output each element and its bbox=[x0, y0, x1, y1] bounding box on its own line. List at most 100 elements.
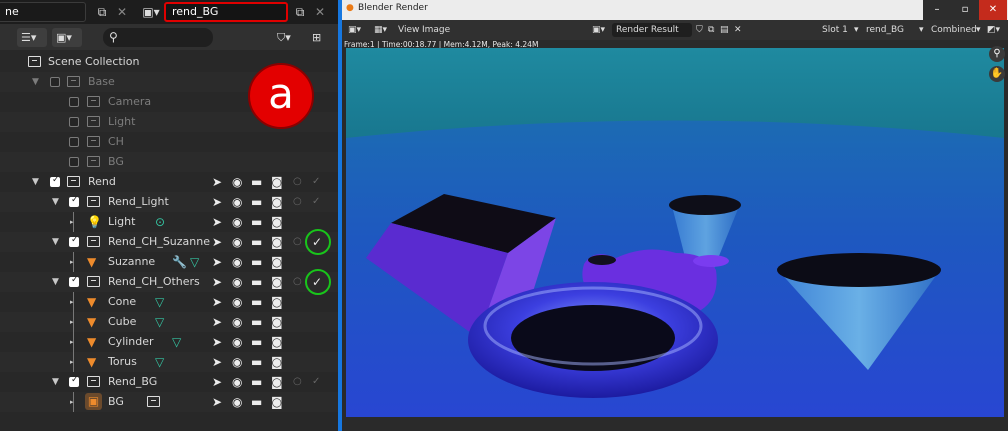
camera-icon[interactable]: ◙ bbox=[271, 235, 283, 249]
image-browse-icon[interactable]: ▣▾ bbox=[592, 23, 605, 37]
camera-icon[interactable]: ◙ bbox=[271, 195, 283, 209]
open-image-icon[interactable]: ▤ bbox=[720, 23, 729, 37]
camera-icon[interactable]: ◙ bbox=[271, 335, 283, 349]
mesh-data-icon[interactable]: ▽ bbox=[155, 314, 164, 330]
holdout-icon[interactable]: ○ bbox=[293, 275, 302, 289]
pass-dropdown[interactable]: Combined bbox=[931, 23, 977, 37]
selectable-arrow-icon[interactable]: ➤ bbox=[212, 375, 222, 389]
eye-icon[interactable]: ◉ bbox=[232, 395, 242, 409]
render-result-image[interactable] bbox=[346, 48, 1004, 417]
image-name-field[interactable]: Render Result bbox=[612, 23, 692, 37]
tree-row[interactable]: BG bbox=[0, 152, 338, 172]
indirect-only-icon[interactable]: ✓ bbox=[312, 195, 320, 209]
camera-icon[interactable]: ◙ bbox=[271, 395, 283, 409]
close-icon[interactable]: ✕ bbox=[979, 0, 1007, 20]
exclude-checkbox[interactable] bbox=[69, 375, 79, 387]
tree-row[interactable]: ▼ Rend_CH_Suzanne ➤ ◉ ▬ ◙ ○ ✓ bbox=[0, 229, 338, 255]
eye-icon[interactable]: ◉ bbox=[232, 215, 242, 229]
expand-triangle-icon[interactable]: ▼ bbox=[32, 75, 39, 89]
tree-row[interactable]: ▼ Rend_BG ➤ ◉ ▬ ◙ ○ ✓ bbox=[0, 372, 338, 392]
selectable-arrow-icon[interactable]: ➤ bbox=[212, 255, 222, 269]
menu-image[interactable]: Image bbox=[422, 23, 450, 37]
expand-triangle-icon[interactable]: ▸ bbox=[70, 255, 74, 269]
holdout-icon[interactable]: ○ bbox=[293, 175, 302, 189]
selectable-arrow-icon[interactable]: ➤ bbox=[212, 315, 222, 329]
add-view-layer-icon[interactable]: ⧉ bbox=[290, 2, 310, 22]
eye-icon[interactable]: ◉ bbox=[232, 355, 242, 369]
display-channels-icon[interactable]: ◩▾ bbox=[987, 23, 1000, 37]
selectable-arrow-icon[interactable]: ➤ bbox=[212, 275, 222, 289]
camera-icon[interactable]: ◙ bbox=[271, 175, 283, 189]
exclude-checkbox[interactable] bbox=[69, 235, 79, 247]
tree-row[interactable]: ▼ Rend_Light ➤ ◉ ▬ ◙ ○ ✓ bbox=[0, 192, 338, 212]
remove-view-layer-icon[interactable]: ✕ bbox=[310, 2, 330, 22]
selectable-arrow-icon[interactable]: ➤ bbox=[212, 235, 222, 249]
monitor-icon[interactable]: ▬ bbox=[251, 375, 262, 389]
view-mode-icon[interactable]: ▦▾ bbox=[374, 23, 387, 37]
mesh-data-icon[interactable]: ▽ bbox=[155, 354, 164, 370]
copy-scene-icon[interactable]: ⧉ bbox=[92, 2, 112, 22]
eye-icon[interactable]: ◉ bbox=[232, 235, 242, 249]
pan-hand-icon[interactable]: ✋ bbox=[989, 66, 1005, 82]
selectable-arrow-icon[interactable]: ➤ bbox=[212, 195, 222, 209]
eye-icon[interactable]: ◉ bbox=[232, 335, 242, 349]
holdout-icon[interactable]: ○ bbox=[293, 195, 302, 209]
exclude-checkbox[interactable] bbox=[69, 97, 79, 107]
display-mode-dropdown[interactable]: ☰▾ bbox=[17, 28, 47, 47]
zoom-icon[interactable]: ⚲ bbox=[989, 46, 1005, 62]
expand-triangle-icon[interactable]: ▼ bbox=[52, 275, 59, 289]
tree-row[interactable]: ▸ ▣ BG ➤ ◉ ▬ ◙ bbox=[0, 392, 338, 412]
view-layer-name-field[interactable]: rend_BG bbox=[164, 2, 288, 22]
monitor-icon[interactable]: ▬ bbox=[251, 195, 262, 209]
selectable-arrow-icon[interactable]: ➤ bbox=[212, 215, 222, 229]
delete-scene-icon[interactable]: ✕ bbox=[112, 2, 132, 22]
monitor-icon[interactable]: ▬ bbox=[251, 275, 262, 289]
mesh-data-icon[interactable]: ▽ bbox=[190, 254, 199, 270]
holdout-icon[interactable]: ○ bbox=[293, 375, 302, 389]
tree-row[interactable]: ▸ ▼ Cylinder ▽ ➤ ◉ ▬ ◙ bbox=[0, 332, 338, 352]
exclude-checkbox[interactable] bbox=[50, 77, 60, 87]
view-layer-browse-icon[interactable]: ▣▾ bbox=[140, 2, 162, 22]
search-input[interactable]: ⚲ bbox=[103, 28, 213, 47]
exclude-checkbox[interactable] bbox=[69, 275, 79, 287]
eye-icon[interactable]: ◉ bbox=[232, 175, 242, 189]
expand-triangle-icon[interactable]: ▸ bbox=[70, 295, 74, 309]
unlink-image-icon[interactable]: ✕ bbox=[734, 23, 742, 37]
exclude-checkbox[interactable] bbox=[69, 137, 79, 147]
selectable-arrow-icon[interactable]: ➤ bbox=[212, 175, 222, 189]
eye-icon[interactable]: ◉ bbox=[232, 375, 242, 389]
monitor-icon[interactable]: ▬ bbox=[251, 355, 262, 369]
camera-icon[interactable]: ◙ bbox=[271, 375, 283, 389]
monitor-icon[interactable]: ▬ bbox=[251, 295, 262, 309]
camera-icon[interactable]: ◙ bbox=[271, 355, 283, 369]
tree-row[interactable]: ▼ Rend_CH_Others ➤ ◉ ▬ ◙ ○ ✓ bbox=[0, 269, 338, 295]
exclude-checkbox[interactable] bbox=[69, 195, 79, 207]
slot-dropdown[interactable]: Slot 1 bbox=[822, 23, 848, 37]
expand-triangle-icon[interactable]: ▸ bbox=[70, 395, 74, 409]
mesh-data-icon[interactable]: ▽ bbox=[155, 294, 164, 310]
expand-triangle-icon[interactable]: ▼ bbox=[52, 235, 59, 249]
expand-triangle-icon[interactable]: ▸ bbox=[70, 215, 74, 229]
pass-dropdown-chevron-icon[interactable]: ▾ bbox=[976, 23, 981, 37]
maximize-icon[interactable]: ▫ bbox=[951, 0, 979, 20]
tree-row[interactable]: ▸ ▼ Cone ▽ ➤ ◉ ▬ ◙ bbox=[0, 292, 338, 312]
tree-row[interactable]: ▸ ▼ Cube ▽ ➤ ◉ ▬ ◙ bbox=[0, 312, 338, 332]
eye-icon[interactable]: ◉ bbox=[232, 295, 242, 309]
camera-icon[interactable]: ◙ bbox=[271, 215, 283, 229]
expand-triangle-icon[interactable]: ▼ bbox=[32, 175, 39, 189]
camera-icon[interactable]: ◙ bbox=[271, 255, 283, 269]
expand-triangle-icon[interactable]: ▼ bbox=[52, 375, 59, 389]
expand-triangle-icon[interactable]: ▸ bbox=[70, 335, 74, 349]
selectable-arrow-icon[interactable]: ➤ bbox=[212, 295, 222, 309]
exclude-checkbox[interactable] bbox=[50, 175, 60, 187]
monitor-icon[interactable]: ▬ bbox=[251, 175, 262, 189]
monitor-icon[interactable]: ▬ bbox=[251, 315, 262, 329]
instanced-collection-icon[interactable] bbox=[147, 396, 160, 407]
expand-triangle-icon[interactable]: ▸ bbox=[70, 315, 74, 329]
tree-row[interactable]: ▼ Rend ➤ ◉ ▬ ◙ ○ ✓ bbox=[0, 172, 338, 192]
layer-dropdown[interactable]: rend_BG bbox=[866, 23, 904, 37]
new-collection-icon[interactable]: ⊞ bbox=[308, 28, 328, 47]
menu-view[interactable]: View bbox=[398, 23, 419, 37]
selectable-arrow-icon[interactable]: ➤ bbox=[212, 355, 222, 369]
monitor-icon[interactable]: ▬ bbox=[251, 255, 262, 269]
